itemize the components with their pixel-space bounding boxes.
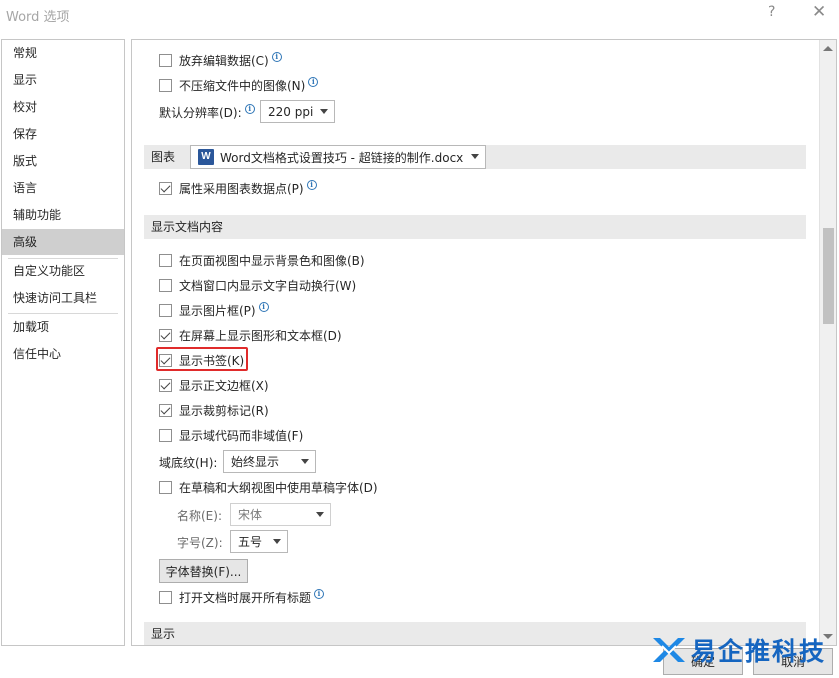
section-show-document-content: 显示文档内容 bbox=[144, 215, 806, 239]
sidebar-item-trust-center[interactable]: 信任中心 bbox=[2, 341, 124, 367]
chevron-down-icon bbox=[273, 539, 281, 544]
checkbox[interactable] bbox=[159, 403, 172, 417]
option-discard-edit[interactable]: 放弃编辑数据(C) i bbox=[159, 51, 282, 69]
field-shading-select[interactable]: 始终显示 bbox=[223, 450, 316, 473]
info-icon: i bbox=[308, 77, 319, 87]
draft-font-name-label: 名称(E): bbox=[177, 508, 222, 523]
option-props-follow[interactable]: 属性采用图表数据点(P) i bbox=[159, 179, 317, 197]
sidebar-item-layout[interactable]: 版式 bbox=[2, 148, 124, 174]
options-content: 放弃编辑数据(C) i 不压缩文件中的图像(N) i 默认分辨率(D): i 2… bbox=[131, 39, 837, 646]
sidebar-item-quick-access[interactable]: 快速访问工具栏 bbox=[2, 285, 124, 311]
scroll-thumb[interactable] bbox=[823, 228, 834, 324]
checkbox[interactable] bbox=[159, 53, 172, 67]
chevron-down-icon bbox=[320, 109, 328, 114]
checkbox[interactable] bbox=[159, 303, 172, 317]
sidebar-item-addins[interactable]: 加载项 bbox=[2, 314, 124, 340]
chevron-down-icon bbox=[316, 512, 324, 517]
option-field-codes[interactable]: 显示域代码而非域值(F) bbox=[159, 426, 303, 444]
watermark-text: 易企推科技 bbox=[691, 637, 827, 666]
chevron-down-icon bbox=[471, 154, 479, 159]
watermark-logo-icon bbox=[653, 638, 685, 662]
chart-document-select[interactable]: W Word文档格式设置技巧 - 超链接的制作.docx bbox=[190, 145, 486, 169]
option-text-boundaries[interactable]: 显示正文边框(X) bbox=[159, 376, 269, 394]
checkbox[interactable] bbox=[159, 253, 172, 267]
option-crop-marks[interactable]: 显示裁剪标记(R) bbox=[159, 401, 269, 419]
chevron-down-icon bbox=[301, 459, 309, 464]
checkbox[interactable] bbox=[159, 78, 172, 92]
info-icon: i bbox=[271, 52, 282, 62]
title-bar: Word 选项 ? ✕ bbox=[0, 0, 839, 30]
vertical-scrollbar[interactable] bbox=[819, 40, 836, 645]
option-expand-headings[interactable]: 打开文档时展开所有标题 i bbox=[159, 588, 325, 606]
sidebar-item-save[interactable]: 保存 bbox=[2, 121, 124, 147]
default-resolution-select[interactable]: 220 ppi bbox=[260, 100, 335, 123]
info-icon: i bbox=[306, 180, 317, 190]
option-draft-font[interactable]: 在草稿和大纲视图中使用草稿字体(D) bbox=[159, 478, 378, 496]
scroll-up-icon[interactable] bbox=[823, 46, 833, 51]
window-title: Word 选项 bbox=[6, 10, 70, 25]
checkbox[interactable] bbox=[159, 328, 172, 342]
help-icon[interactable]: ? bbox=[768, 4, 775, 20]
info-icon: i bbox=[258, 302, 269, 312]
sidebar-item-proofing[interactable]: 校对 bbox=[2, 94, 124, 120]
checkbox[interactable] bbox=[159, 480, 172, 494]
draft-font-size-select[interactable]: 五号 bbox=[230, 530, 288, 553]
watermark: 易企推科技 bbox=[651, 628, 826, 672]
checkbox[interactable] bbox=[159, 278, 172, 292]
checkbox[interactable] bbox=[159, 428, 172, 442]
sidebar: 常规 显示 校对 保存 版式 语言 辅助功能 高级 自定义功能区 快速访问工具栏… bbox=[1, 39, 125, 646]
close-icon[interactable]: ✕ bbox=[812, 2, 826, 22]
sidebar-item-accessibility[interactable]: 辅助功能 bbox=[2, 202, 124, 228]
sidebar-item-language[interactable]: 语言 bbox=[2, 175, 124, 201]
sidebar-item-display[interactable]: 显示 bbox=[2, 67, 124, 93]
highlight-box bbox=[156, 347, 248, 371]
option-picture-placeholders[interactable]: 显示图片框(P) i bbox=[159, 301, 269, 319]
word-document-icon: W bbox=[198, 149, 214, 165]
draft-font-name-select[interactable]: 宋体 bbox=[230, 503, 331, 526]
option-show-background[interactable]: 在页面视图中显示背景色和图像(B) bbox=[159, 251, 365, 269]
checkbox[interactable] bbox=[159, 590, 172, 604]
option-wrap-text[interactable]: 文档窗口内显示文字自动换行(W) bbox=[159, 276, 356, 294]
checkbox[interactable] bbox=[159, 181, 172, 195]
info-icon: i bbox=[244, 104, 255, 114]
sidebar-item-advanced[interactable]: 高级 bbox=[2, 229, 124, 255]
draft-font-size-label: 字号(Z): bbox=[177, 535, 223, 550]
sidebar-item-general[interactable]: 常规 bbox=[2, 40, 124, 66]
checkbox[interactable] bbox=[159, 378, 172, 392]
field-shading-label: 域底纹(H): bbox=[159, 455, 218, 470]
sidebar-item-customize-ribbon[interactable]: 自定义功能区 bbox=[2, 258, 124, 284]
font-substitution-button[interactable]: 字体替换(F)... bbox=[159, 559, 248, 583]
default-resolution-label: 默认分辨率(D): i bbox=[159, 103, 255, 121]
info-icon: i bbox=[314, 589, 325, 599]
option-no-compress[interactable]: 不压缩文件中的图像(N) i bbox=[159, 76, 319, 94]
option-show-drawings[interactable]: 在屏幕上显示图形和文本框(D) bbox=[159, 326, 342, 344]
